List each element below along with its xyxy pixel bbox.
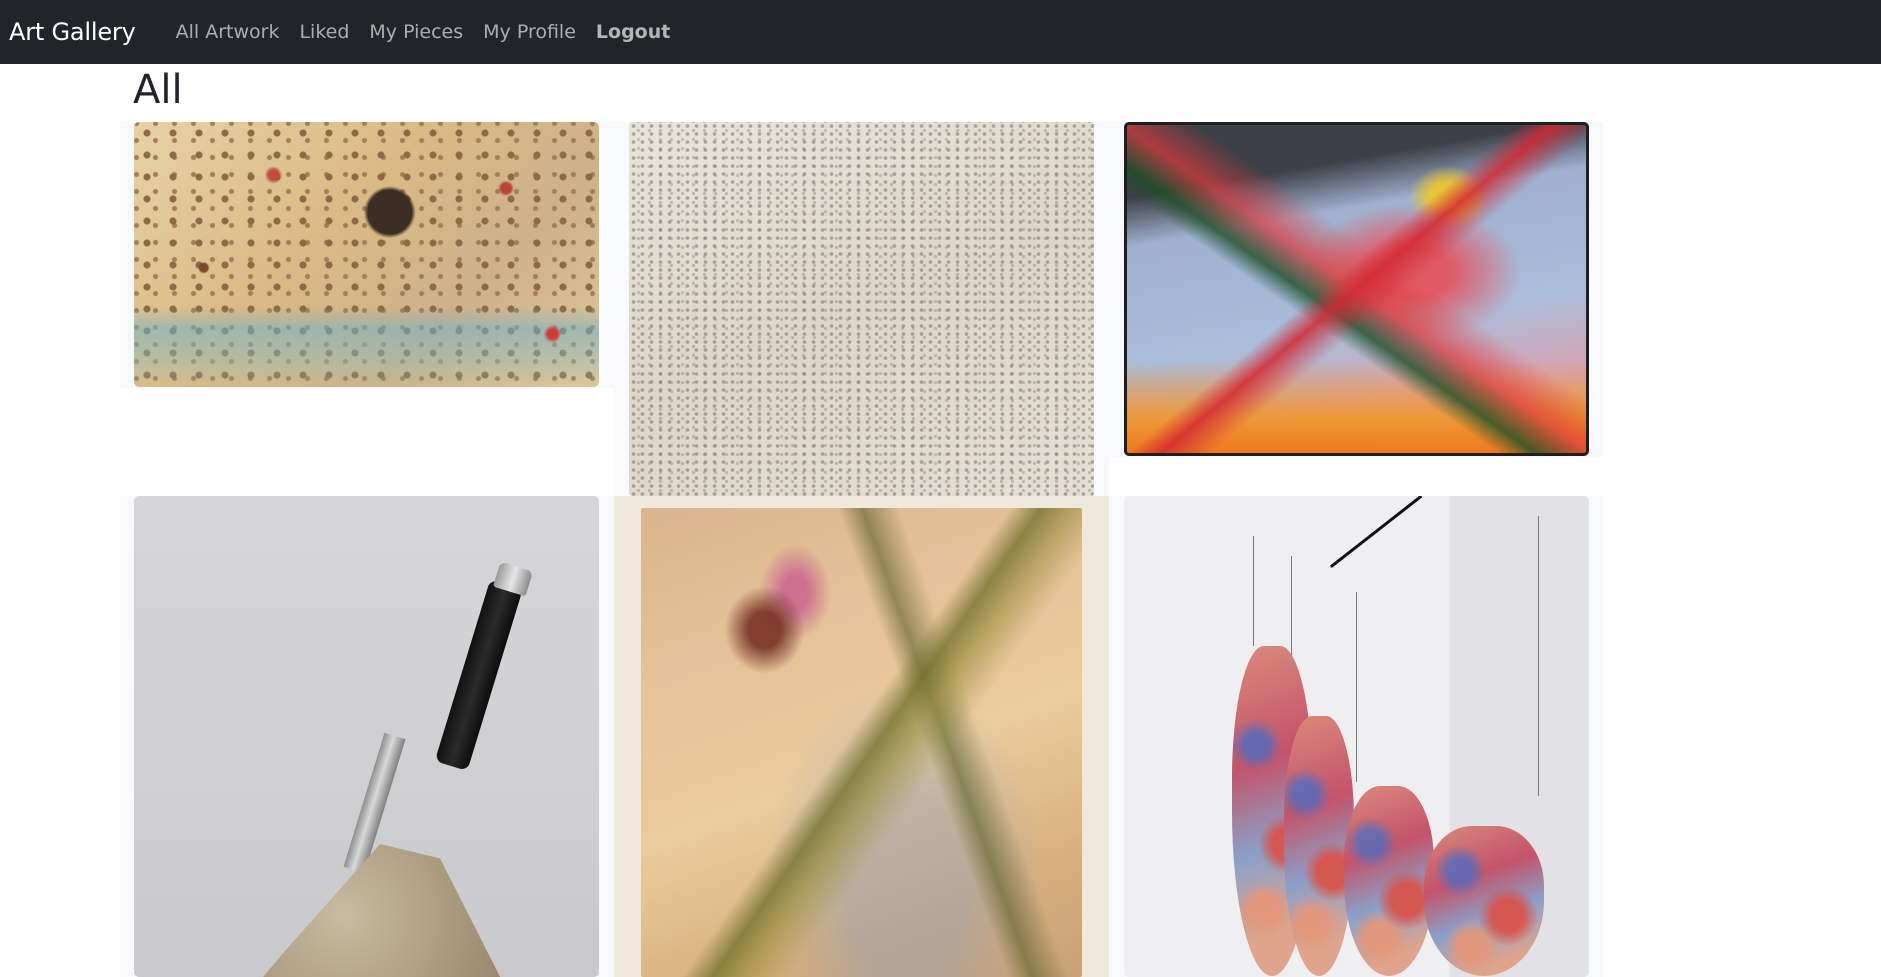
brand-link[interactable]: Art Gallery: [9, 18, 136, 46]
knife-handle: [434, 579, 523, 771]
hanging-canvas: [1284, 716, 1354, 976]
artwork-image[interactable]: [1124, 496, 1589, 977]
artwork-image[interactable]: [1124, 122, 1589, 456]
artwork-image[interactable]: [629, 122, 1094, 496]
artwork-card[interactable]: [614, 122, 1109, 496]
hanging-canvas: [1424, 826, 1544, 976]
nav-link-my-pieces[interactable]: My Pieces: [359, 21, 473, 43]
navbar: Art Gallery All Artwork Liked My Pieces …: [0, 0, 1881, 64]
artwork-image[interactable]: [134, 496, 599, 977]
hanging-wire: [1356, 592, 1357, 782]
nav-link-liked[interactable]: Liked: [289, 21, 359, 43]
artwork-card[interactable]: [120, 122, 614, 388]
nav-link-my-profile[interactable]: My Profile: [473, 21, 586, 43]
page-title: All: [133, 67, 183, 113]
nav-link-logout[interactable]: Logout: [586, 21, 680, 43]
ceiling-line: [1329, 496, 1423, 568]
hanging-wire: [1538, 516, 1539, 796]
artwork-image[interactable]: [641, 508, 1082, 977]
hanging-wire: [1253, 536, 1254, 646]
artwork-card[interactable]: [614, 496, 1109, 977]
artwork-card[interactable]: [120, 496, 614, 977]
rock: [224, 844, 524, 977]
artwork-card[interactable]: [1109, 122, 1603, 457]
hanging-canvas: [1344, 786, 1434, 976]
nav-link-all-artwork[interactable]: All Artwork: [166, 21, 290, 43]
artwork-image[interactable]: [134, 122, 599, 387]
artwork-card[interactable]: [1109, 496, 1603, 977]
